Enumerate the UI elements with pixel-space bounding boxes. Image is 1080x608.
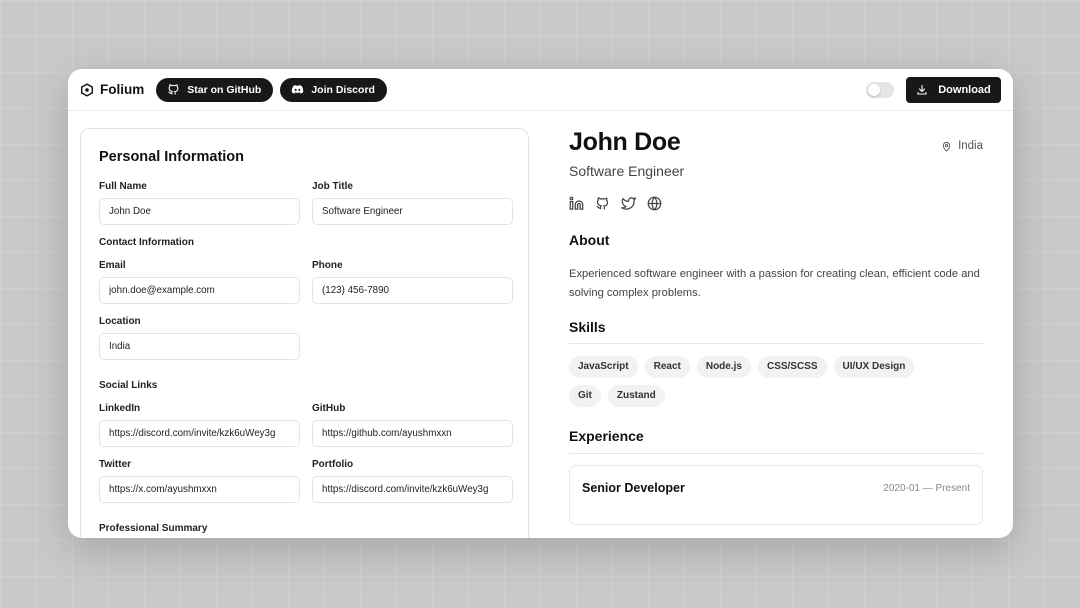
about-text: Experienced software engineer with a pas…: [569, 268, 980, 299]
email-input[interactable]: [99, 277, 300, 304]
summary-label: Professional Summary: [99, 523, 208, 534]
portfolio-label: Portfolio: [312, 459, 354, 470]
skill-badge: CSS/SCSS: [757, 356, 827, 378]
preview-name: John Doe: [569, 128, 681, 156]
brand[interactable]: Folium: [80, 82, 144, 97]
brand-name: Folium: [100, 82, 145, 97]
phone-field: Phone: [312, 260, 513, 304]
download-icon: [917, 84, 927, 95]
location-label: Location: [99, 316, 141, 327]
star-github-button[interactable]: Star on GitHub: [156, 77, 274, 102]
folium-logo-icon: [81, 82, 93, 97]
full-name-field: Full Name: [99, 181, 300, 225]
linkedin-input[interactable]: [99, 420, 300, 447]
github-icon: [168, 84, 179, 95]
skill-badge: React: [644, 356, 690, 378]
skills-heading: Skills: [569, 319, 983, 344]
skill-badge: UI/UX Design: [833, 356, 915, 378]
download-button[interactable]: Download: [906, 77, 1001, 103]
personal-info-form: Personal Information Full Name Job Title…: [80, 128, 529, 538]
phone-label: Phone: [312, 260, 343, 271]
portfolio-field: Portfolio: [312, 459, 513, 503]
github-label: GitHub: [312, 403, 346, 414]
twitter-field: Twitter: [99, 459, 300, 503]
experience-dates: 2020-01 — Present: [883, 483, 970, 494]
contact-section-label: Contact Information: [99, 237, 194, 248]
globe-icon[interactable]: [647, 196, 662, 211]
preview-job-title: Software Engineer: [569, 163, 685, 179]
linkedin-label: LinkedIn: [99, 403, 141, 414]
github-icon[interactable]: [595, 196, 610, 211]
job-title-label: Job Title: [312, 181, 353, 192]
location-input[interactable]: [99, 333, 300, 360]
social-icons: [569, 196, 983, 211]
full-name-input[interactable]: [99, 198, 300, 225]
discord-icon: [292, 85, 304, 94]
twitter-icon[interactable]: [621, 196, 636, 211]
skill-badge: Node.js: [696, 356, 751, 378]
full-name-label: Full Name: [99, 181, 147, 192]
star-github-label: Star on GitHub: [187, 83, 262, 96]
location-field: Location: [99, 316, 300, 360]
skill-badge: Git: [569, 385, 601, 407]
skill-badge: Zustand: [607, 385, 665, 407]
portfolio-input[interactable]: [312, 476, 513, 503]
join-discord-label: Join Discord: [311, 83, 375, 96]
resume-preview: John Doe India Software Engineer About E…: [569, 128, 983, 525]
join-discord-button[interactable]: Join Discord: [280, 77, 387, 102]
theme-toggle[interactable]: [866, 82, 894, 98]
github-input[interactable]: [312, 420, 513, 447]
download-label: Download: [938, 84, 991, 96]
toggle-knob: [868, 84, 880, 96]
linkedin-icon[interactable]: [569, 196, 584, 211]
form-title: Personal Information: [99, 149, 245, 165]
phone-input[interactable]: [312, 277, 513, 304]
job-title-field: Job Title: [312, 181, 513, 225]
app-window: Folium Star on GitHub Join Discord Downl…: [68, 69, 1013, 538]
linkedin-field: LinkedIn: [99, 403, 300, 447]
email-label: Email: [99, 260, 126, 271]
twitter-label: Twitter: [99, 459, 132, 470]
top-bar: Folium Star on GitHub Join Discord Downl…: [68, 69, 1013, 111]
preview-location-text: India: [958, 140, 983, 152]
about-heading: About: [569, 232, 610, 248]
skill-badge: JavaScript: [569, 356, 638, 378]
skills-list: JavaScript React Node.js CSS/SCSS UI/UX …: [569, 356, 949, 407]
preview-location: India: [941, 140, 983, 152]
twitter-input[interactable]: [99, 476, 300, 503]
experience-heading: Experience: [569, 428, 983, 454]
map-pin-icon: [942, 141, 951, 152]
email-field: Email: [99, 260, 300, 304]
job-title-input[interactable]: [312, 198, 513, 225]
github-field: GitHub: [312, 403, 513, 447]
experience-card: Senior Developer 2020-01 — Present: [569, 465, 983, 525]
social-section-label: Social Links: [99, 380, 158, 391]
